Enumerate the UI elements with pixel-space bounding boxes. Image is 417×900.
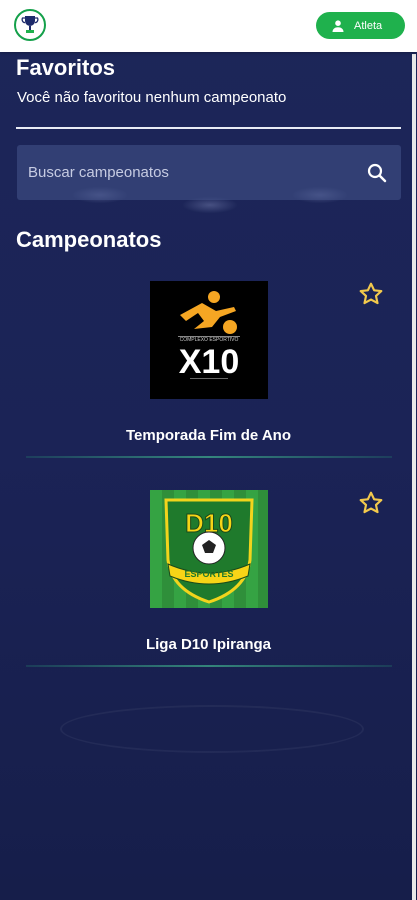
athlete-label: Atleta [354,19,383,32]
person-icon [332,19,344,32]
athlete-login-button[interactable]: Atleta [316,12,405,39]
championship-name: Liga D10 Ipiranga [145,636,272,653]
favorites-empty-message: Você não favoritou nenhum campeonato [17,89,287,106]
favorite-star-icon[interactable] [358,281,384,307]
trophy-logo-icon[interactable] [14,9,46,41]
championship-logo-x10: COMPLEXO ESPORTIVO X10 [150,281,268,399]
card-divider [26,456,392,458]
search-icon[interactable] [367,163,387,183]
card-divider [26,665,392,667]
championship-name: Temporada Fim de Ano [125,427,291,444]
main-content: Favoritos Você não favoritou nenhum camp… [0,0,417,900]
section-divider [16,127,401,129]
favorite-star-icon[interactable] [358,490,384,516]
d10-subtext: ESPORTES [184,569,233,579]
championships-title: Campeonatos [16,227,162,252]
scrollbar[interactable] [412,54,416,900]
x10-logo-text: X10 [179,343,240,381]
top-app-bar: Atleta [0,0,417,52]
search-input[interactable] [17,145,358,200]
search-bar [17,145,401,200]
championship-logo-d10: D10 ESPORTES [150,490,268,608]
favorites-title: Favoritos [16,55,116,80]
